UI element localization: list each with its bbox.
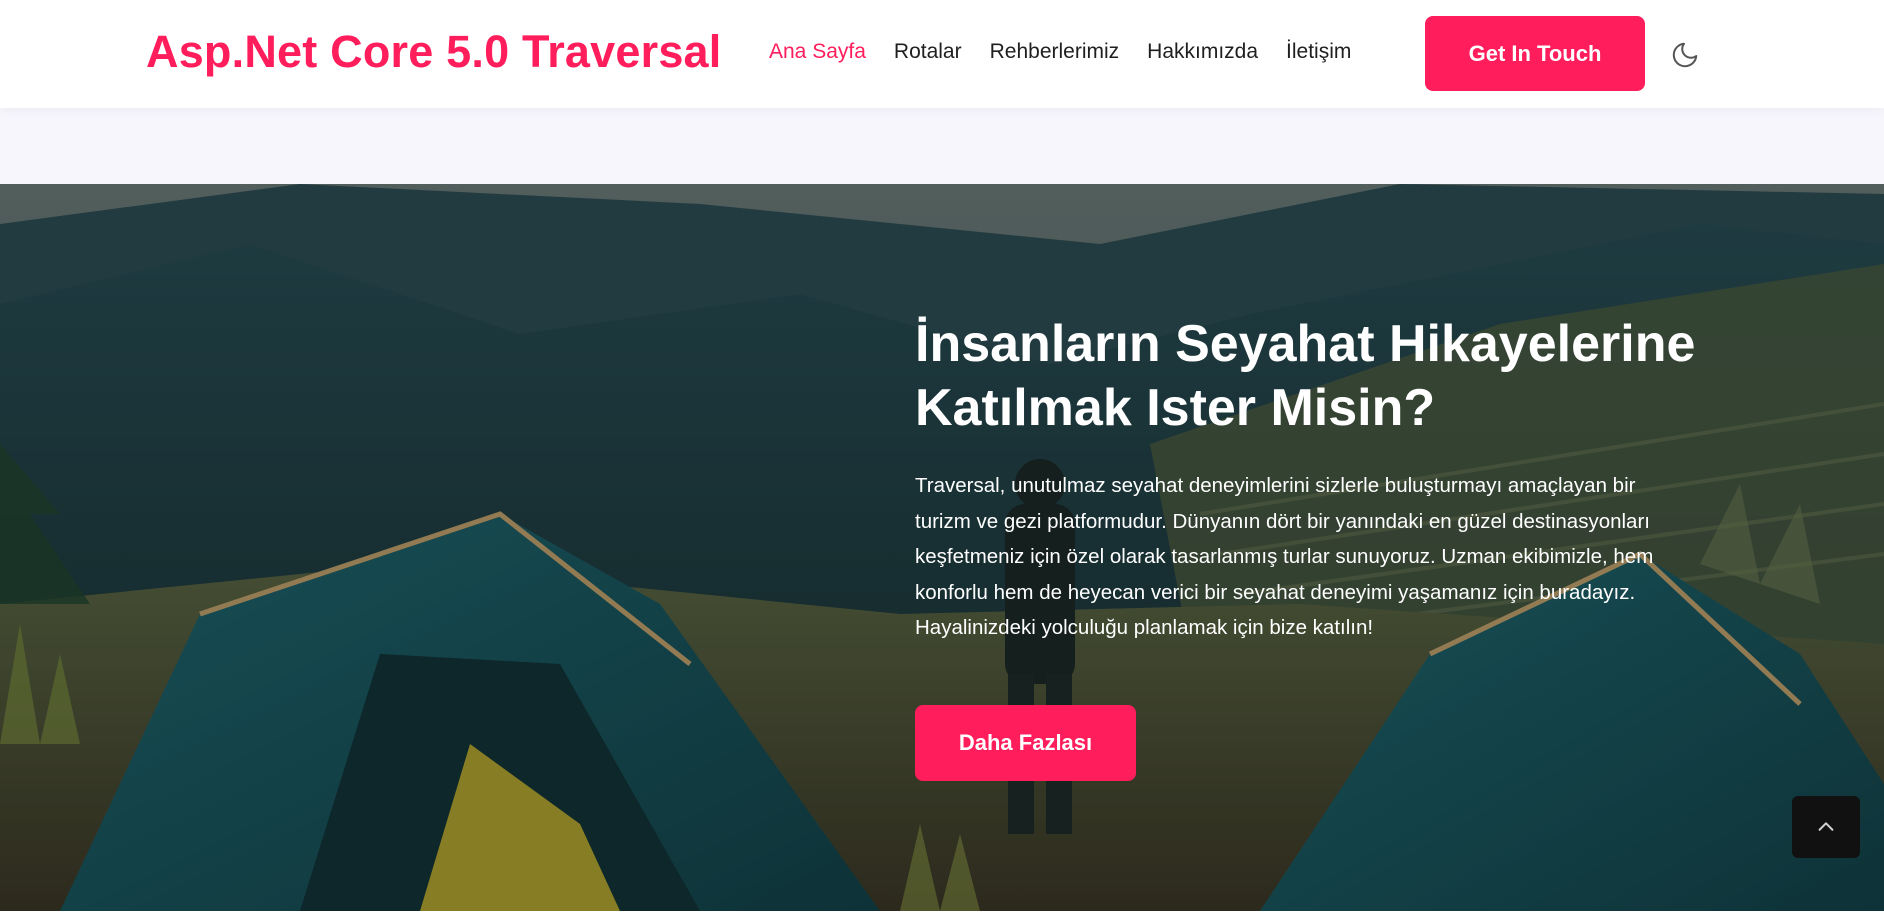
- brand-logo[interactable]: Asp.Net Core 5.0 Traversal: [146, 26, 721, 78]
- nav-item-ana-sayfa[interactable]: Ana Sayfa: [769, 40, 866, 64]
- get-in-touch-button[interactable]: Get In Touch: [1425, 16, 1645, 91]
- nav-item-rotalar[interactable]: Rotalar: [894, 40, 962, 64]
- hero-title-line-2: Katılmak Ister Misin?: [915, 379, 1436, 437]
- nav-item-iletisim[interactable]: İletişim: [1286, 40, 1351, 64]
- site-header: Asp.Net Core 5.0 Traversal Ana Sayfa Rot…: [0, 0, 1884, 108]
- hero-description: Traversal, unutulmaz seyahat deneyimleri…: [915, 474, 1654, 639]
- hero-title: İnsanların Seyahat Hikayelerine Katılmak…: [915, 312, 1775, 440]
- moon-icon: [1672, 42, 1698, 68]
- daha-fazlasi-button[interactable]: Daha Fazlası: [915, 705, 1136, 781]
- main-nav: Ana Sayfa Rotalar Rehberlerimiz Hakkımız…: [769, 40, 1379, 64]
- hero-title-line-1: İnsanların Seyahat Hikayelerine: [915, 315, 1696, 373]
- header-spacer-band: [0, 108, 1884, 184]
- bottom-strip: [0, 911, 1884, 915]
- scroll-to-top-button[interactable]: [1792, 796, 1860, 858]
- nav-item-hakkimizda[interactable]: Hakkımızda: [1147, 40, 1258, 64]
- hero-section: İnsanların Seyahat Hikayelerine Katılmak…: [0, 184, 1884, 911]
- chevron-up-icon: [1818, 822, 1834, 831]
- theme-toggle[interactable]: [1668, 38, 1702, 72]
- nav-item-rehberlerimiz[interactable]: Rehberlerimiz: [990, 40, 1120, 64]
